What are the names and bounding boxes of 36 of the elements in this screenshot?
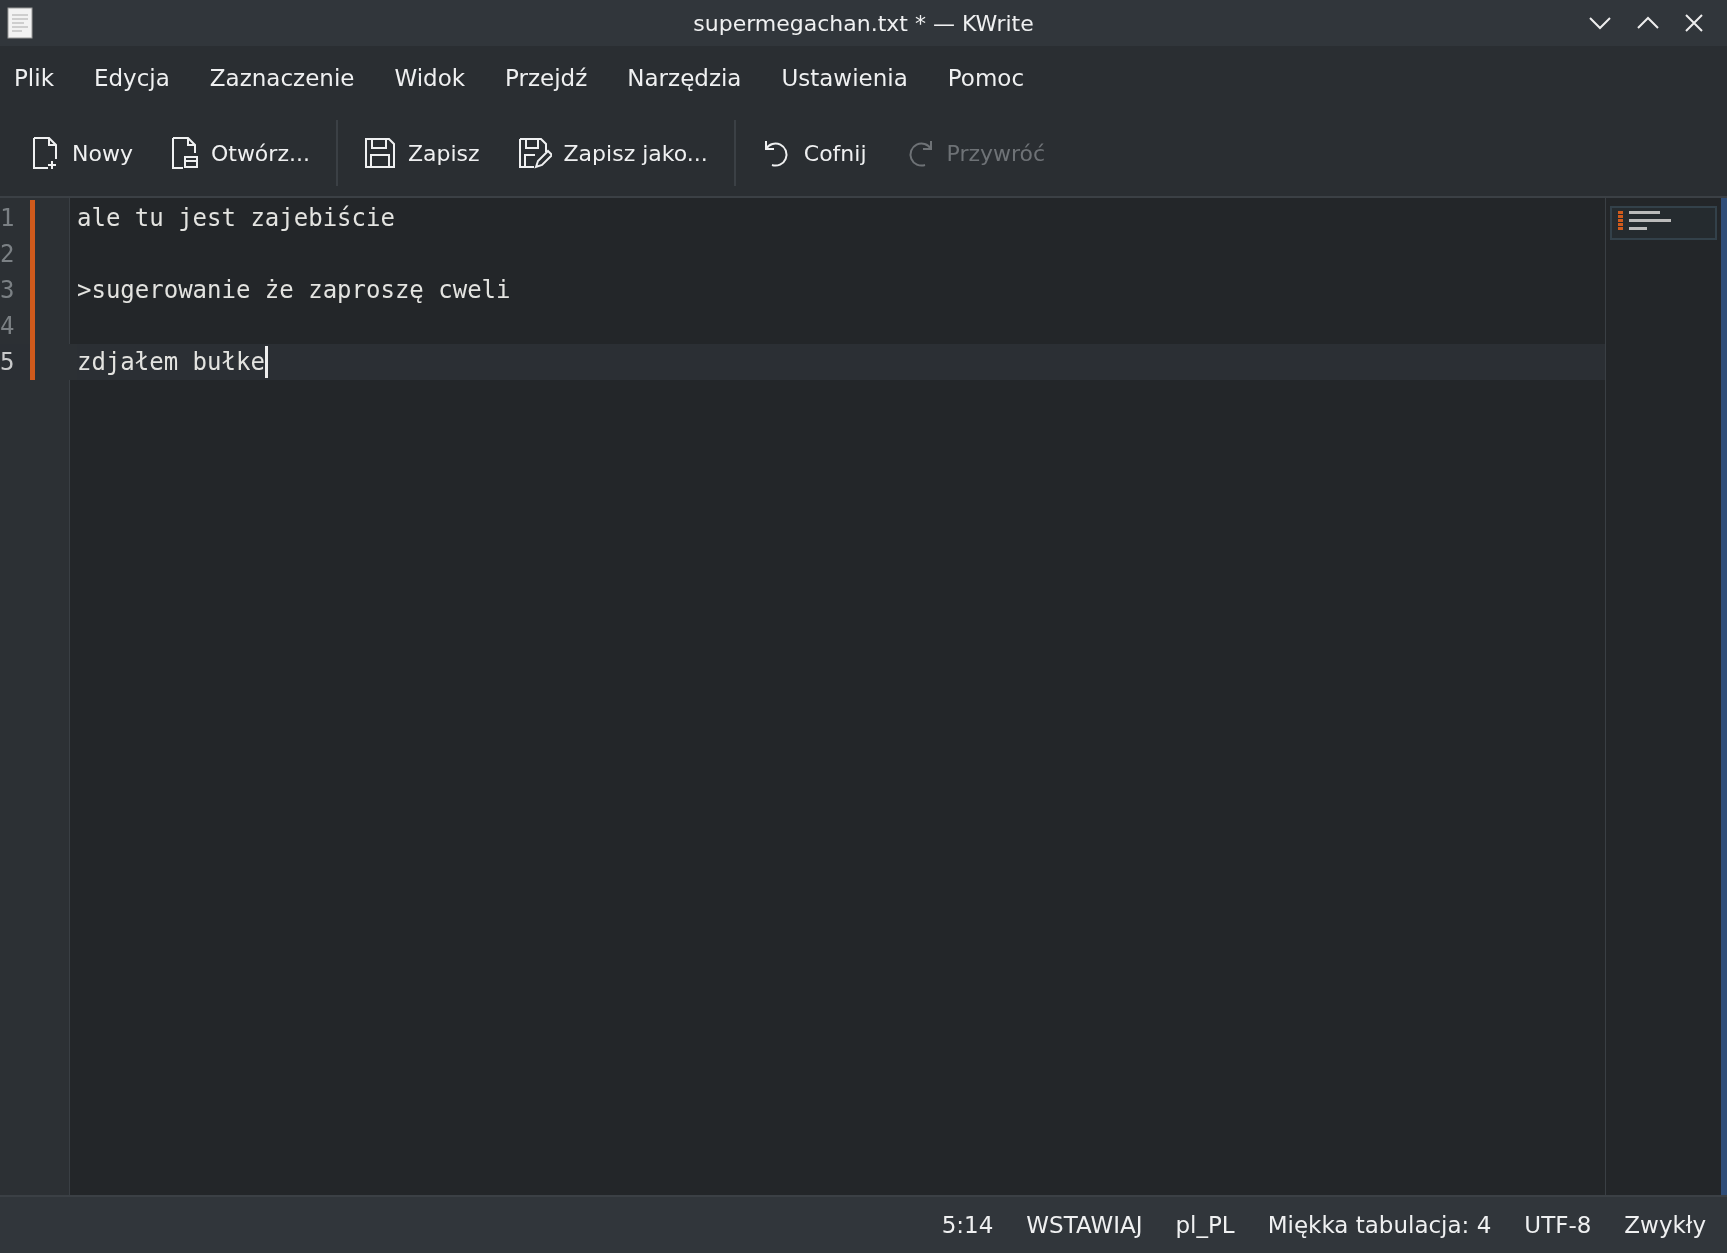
menu-item[interactable]: Plik [2, 65, 74, 91]
status-item[interactable]: pl_PL [1175, 1212, 1235, 1238]
status-item[interactable]: 5:14 [941, 1212, 994, 1238]
open-button[interactable]: Otwórz... [158, 131, 322, 175]
menu-item[interactable]: Ustawienia [761, 65, 928, 91]
menu-item[interactable]: Narzędzia [607, 65, 762, 91]
window-title: supermegachan.txt * — KWrite [693, 10, 1034, 36]
menu-item[interactable]: Zaznaczenie [189, 65, 375, 91]
line-number: 2 [0, 240, 16, 268]
new-document-icon [32, 137, 60, 169]
menu-item[interactable]: Przejdź [485, 65, 608, 91]
menu-item[interactable]: Pomoc [927, 65, 1045, 91]
line-number: 1 [0, 204, 16, 232]
floppy-disk-pencil-icon [517, 137, 552, 169]
code-line: ale tu jest zajebiście [77, 204, 395, 232]
open-document-icon [170, 137, 199, 169]
new-button[interactable]: Nowy [20, 131, 145, 175]
text-cursor [264, 346, 268, 378]
code-line: zdjałem bułke [77, 348, 265, 376]
maximize-icon[interactable] [1637, 16, 1659, 30]
line-number: 3 [0, 276, 16, 304]
code-line: >sugerowanie że zaproszę cweli [77, 276, 511, 304]
minimize-icon[interactable] [1589, 16, 1611, 30]
status-item[interactable]: Zwykły [1624, 1212, 1706, 1238]
line-number: 5 [0, 348, 16, 376]
saveas-button[interactable]: Zapisz jako... [505, 131, 720, 175]
close-icon[interactable] [1685, 14, 1703, 32]
status-item[interactable]: UTF-8 [1524, 1212, 1592, 1238]
menu-item[interactable]: Widok [374, 65, 486, 91]
save-button[interactable]: Zapisz [351, 131, 492, 175]
menu-item[interactable]: Edycja [74, 65, 190, 91]
document-icon [7, 7, 33, 39]
undo-button[interactable]: Cofnij [749, 131, 879, 175]
status-item[interactable]: WSTAWIAJ [1026, 1212, 1143, 1238]
line-number: 4 [0, 312, 16, 340]
status-item[interactable]: Miękka tabulacja: 4 [1267, 1212, 1492, 1238]
